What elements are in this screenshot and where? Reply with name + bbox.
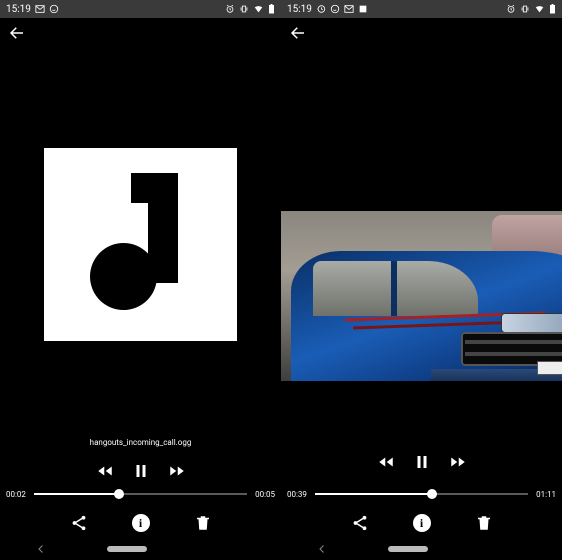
battery-icon — [268, 4, 275, 14]
nav-back-icon[interactable] — [316, 543, 328, 555]
app-bar — [281, 18, 562, 48]
rewind-button[interactable] — [377, 453, 395, 471]
elapsed-time: 00:39 — [287, 490, 309, 499]
nav-home-pill[interactable] — [107, 546, 147, 552]
pause-button[interactable] — [413, 453, 431, 471]
vibrate-icon — [239, 4, 249, 14]
rewind-button[interactable] — [96, 462, 114, 480]
content-area: 00:39 01:11 i — [281, 48, 562, 560]
battery-icon — [549, 4, 556, 14]
wifi-icon — [534, 4, 545, 14]
status-bar: 15:19 — [0, 0, 281, 18]
info-button[interactable]: i — [413, 514, 431, 532]
nav-back-icon[interactable] — [35, 543, 47, 555]
delete-button[interactable] — [475, 514, 493, 532]
delete-button[interactable] — [194, 514, 212, 532]
back-button[interactable] — [289, 24, 307, 42]
app-bar — [0, 18, 281, 48]
back-button[interactable] — [8, 24, 26, 42]
total-time: 00:05 — [253, 490, 275, 499]
system-nav-bar — [281, 538, 562, 560]
mail-icon — [344, 4, 354, 14]
action-bar: i — [281, 514, 562, 532]
progress-bar: 00:02 00:05 — [0, 488, 281, 500]
playback-controls — [281, 453, 562, 471]
elapsed-time: 00:02 — [6, 490, 28, 499]
vibrate-icon — [520, 4, 530, 14]
share-button[interactable] — [351, 514, 369, 532]
status-bar: 15:19 — [281, 0, 562, 18]
whatsapp-icon — [49, 4, 59, 14]
wifi-icon — [253, 4, 264, 14]
nav-home-pill[interactable] — [388, 546, 428, 552]
total-time: 01:11 — [534, 490, 556, 499]
screenshots-pair: 15:19 hangouts_incoming_call.ogg — [0, 0, 562, 560]
phone-left: 15:19 hangouts_incoming_call.ogg — [0, 0, 281, 560]
app-icon — [358, 4, 368, 14]
status-time: 15:19 — [287, 4, 312, 15]
action-bar: i — [0, 514, 281, 532]
info-icon: i — [413, 514, 431, 532]
alarm-icon — [506, 4, 516, 14]
info-icon: i — [132, 514, 150, 532]
audio-filename: hangouts_incoming_call.ogg — [0, 438, 281, 447]
history-icon — [316, 4, 326, 14]
video-frame[interactable] — [281, 211, 562, 381]
share-button[interactable] — [70, 514, 88, 532]
forward-button[interactable] — [168, 462, 186, 480]
audio-album-art — [44, 148, 237, 341]
seek-track[interactable] — [34, 488, 247, 500]
forward-button[interactable] — [449, 453, 467, 471]
whatsapp-icon — [330, 4, 340, 14]
seek-track[interactable] — [315, 488, 528, 500]
content-area: hangouts_incoming_call.ogg 00:02 00:05 i — [0, 48, 281, 560]
phone-right: 15:19 — [281, 0, 562, 560]
alarm-icon — [225, 4, 235, 14]
playback-controls — [0, 462, 281, 480]
pause-button[interactable] — [132, 462, 150, 480]
progress-bar: 00:39 01:11 — [281, 488, 562, 500]
status-time: 15:19 — [6, 4, 31, 15]
info-button[interactable]: i — [132, 514, 150, 532]
system-nav-bar — [0, 538, 281, 560]
mail-icon — [35, 4, 45, 14]
